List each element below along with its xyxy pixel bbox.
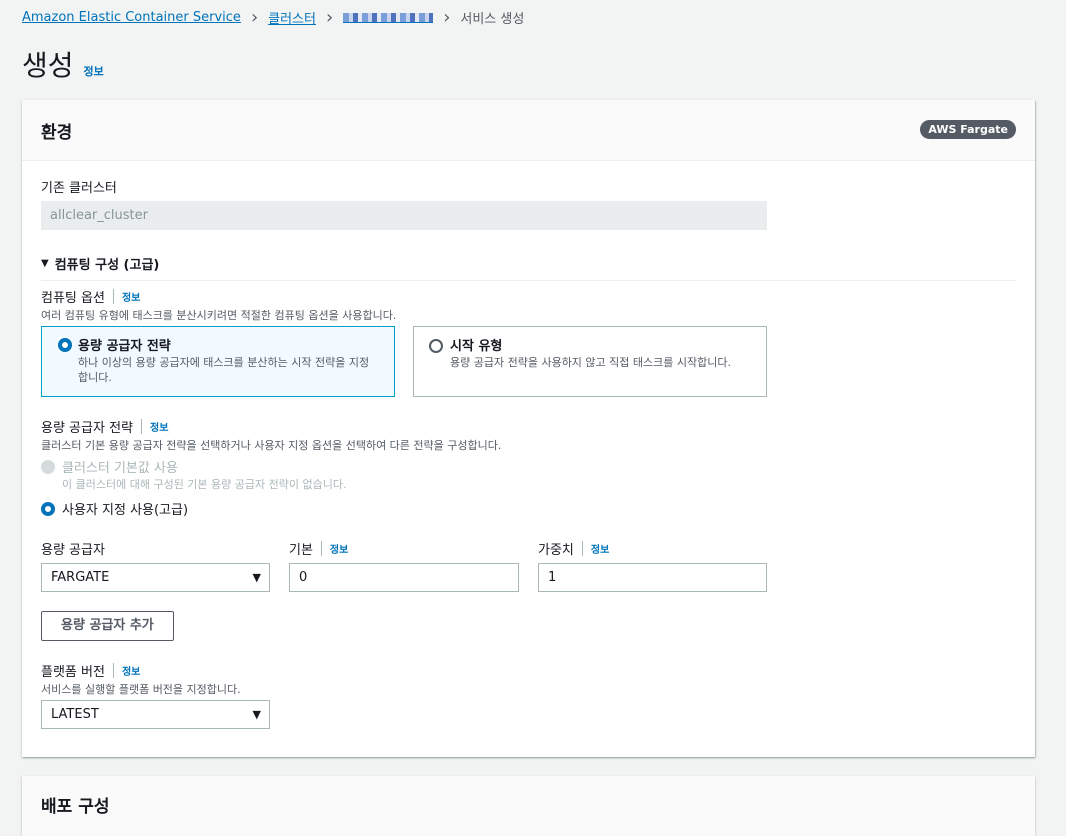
platform-version-select[interactable]: LATEST ▼ [41, 700, 270, 729]
add-capacity-provider-button[interactable]: 용량 공급자 추가 [41, 611, 174, 641]
chevron-right-icon: › [443, 6, 451, 28]
tile-capacity-provider-strategy[interactable]: 용량 공급자 전략 하나 이상의 용량 공급자에 태스크를 분산하는 시작 전략… [41, 326, 395, 397]
deployment-title: 배포 구성 [41, 797, 110, 817]
breadcrumb-cluster-link-redacted[interactable] [343, 12, 434, 23]
page-title: 생성 [22, 49, 74, 82]
existing-cluster-label: 기존 클러스터 [41, 181, 117, 196]
environment-panel: 환경 AWS Fargate 기존 클러스터 allclear_cluster … [22, 100, 1035, 757]
deployment-panel: 배포 구성 [22, 776, 1035, 836]
capacity-provider-select[interactable]: FARGATE ▼ [41, 563, 270, 592]
environment-panel-header: 환경 AWS Fargate [22, 100, 1035, 161]
weight-input[interactable]: 1 [538, 563, 767, 592]
capacity-strategy-info-link[interactable]: 정보 [141, 419, 168, 434]
option-custom-label: 사용자 지정 사용(고급) [62, 503, 189, 518]
chevron-right-icon: › [325, 6, 334, 28]
breadcrumb: Amazon Elastic Container Service › 클러스터 … [22, 8, 524, 27]
breadcrumb-current: 서비스 생성 [460, 12, 525, 27]
compute-options-heading: 컴퓨팅 옵션 정보 [41, 287, 140, 306]
existing-cluster-field: allclear_cluster [41, 201, 767, 230]
caret-down-icon: ▼ [252, 708, 261, 721]
base-label: 기본 [289, 543, 313, 558]
option-cluster-default-desc: 이 클러스터에 대해 구성된 기본 용량 공급자 전략이 없습니다. [62, 478, 347, 491]
radio-custom-strategy[interactable] [41, 502, 55, 516]
compute-options-info-link[interactable]: 정보 [112, 289, 140, 304]
fargate-badge: AWS Fargate [920, 120, 1016, 139]
option-cluster-default-label: 클러스터 기본값 사용 [62, 461, 178, 476]
compute-options-label: 컴퓨팅 옵션 [41, 291, 105, 306]
platform-description: 서비스를 실행할 플랫폼 버전을 지정합니다. [41, 683, 241, 696]
capacity-strategy-description: 클러스터 기본 용량 공급자 전략을 선택하거나 사용자 지정 옵션을 선택하여… [41, 439, 502, 452]
base-heading: 기본 정보 [289, 539, 348, 558]
capacity-provider-label: 용량 공급자 [41, 543, 105, 558]
tile-capacity-provider-desc: 하나 이상의 용량 공급자에 태스크를 분산하는 시작 전략을 지정합니다. [78, 356, 370, 384]
breadcrumb-ecs-link[interactable]: Amazon Elastic Container Service [22, 10, 241, 25]
tile-launch-type-desc: 용량 공급자 전략을 사용하지 않고 직접 태스크를 시작합니다. [450, 356, 731, 369]
tile-launch-type[interactable]: 시작 유형 용량 공급자 전략을 사용하지 않고 직접 태스크를 시작합니다. [413, 326, 767, 397]
base-info-link[interactable]: 정보 [320, 541, 348, 556]
compute-options-description: 여러 컴퓨팅 유형에 태스크를 분산시키려면 적절한 컴퓨팅 옵션을 사용합니다… [41, 309, 397, 322]
weight-info-link[interactable]: 정보 [581, 541, 609, 556]
environment-title: 환경 [41, 123, 73, 143]
compute-config-label: 컴퓨팅 구성 (고급) [54, 258, 160, 273]
radio-launch-type[interactable] [429, 339, 443, 353]
platform-version-value: LATEST [51, 707, 99, 722]
caret-down-icon: ▼ [41, 258, 49, 269]
platform-label: 플랫폼 버전 [41, 665, 105, 680]
weight-label: 가중치 [538, 543, 574, 558]
tile-capacity-provider-title: 용량 공급자 전략 [78, 339, 171, 354]
capacity-provider-value: FARGATE [51, 570, 110, 585]
tile-launch-type-title: 시작 유형 [450, 339, 503, 354]
caret-down-icon: ▼ [252, 571, 261, 584]
platform-info-link[interactable]: 정보 [112, 663, 140, 678]
weight-heading: 가중치 정보 [538, 539, 609, 558]
page-info-link[interactable]: 정보 [84, 63, 104, 79]
compute-config-expander[interactable]: ▼ 컴퓨팅 구성 (고급) [41, 254, 1016, 281]
page-header: 생성 정보 [22, 44, 104, 84]
base-input[interactable]: 0 [289, 563, 519, 592]
breadcrumb-clusters-link[interactable]: 클러스터 [268, 8, 316, 27]
chevron-right-icon: › [250, 6, 259, 28]
capacity-strategy-heading: 용량 공급자 전략 정보 [41, 417, 168, 436]
radio-capacity-provider-strategy[interactable] [58, 338, 72, 352]
radio-cluster-default[interactable] [41, 460, 55, 474]
platform-heading: 플랫폼 버전 정보 [41, 661, 140, 680]
capacity-strategy-label: 용량 공급자 전략 [41, 421, 133, 436]
